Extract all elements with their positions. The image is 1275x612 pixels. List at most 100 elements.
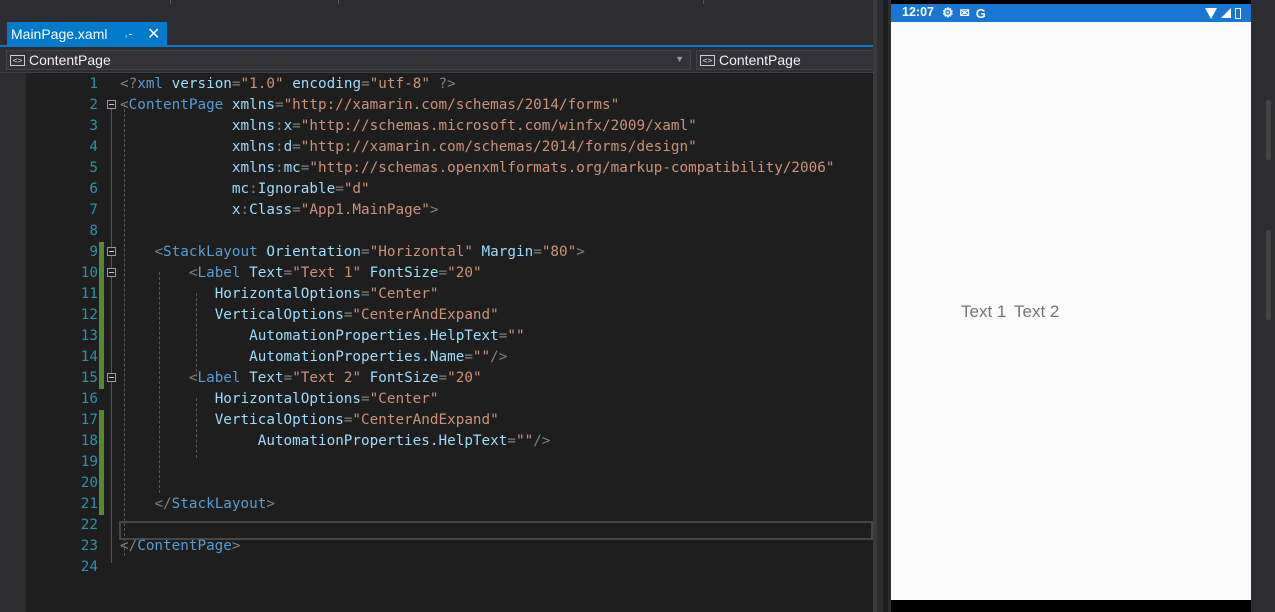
code-token: FontSize	[369, 370, 439, 386]
collapse-icon[interactable]	[107, 100, 116, 109]
code-line[interactable]: 12 VerticalOptions="CenterAndExpand"	[26, 305, 873, 326]
xaml-tag-icon: <>	[10, 54, 25, 66]
code-line[interactable]: 3 xmlns:x="http://schemas.microsoft.com/…	[26, 116, 873, 137]
line-number: 14	[80, 349, 98, 365]
code-token: Margin	[481, 244, 534, 260]
code-line[interactable]: 22	[26, 515, 873, 536]
splitter-bar	[883, 0, 888, 612]
window-splitter[interactable]	[873, 0, 891, 612]
close-icon[interactable]: ✕	[147, 22, 160, 45]
code-token: >	[576, 244, 585, 260]
code-line[interactable]: 6 mc:Ignorable="d"	[26, 179, 873, 200]
nav-dropdown-right[interactable]: <> ContentPage	[696, 50, 875, 70]
change-indicator	[99, 494, 104, 515]
editor-left-margin	[0, 73, 26, 612]
code-line[interactable]: 18 AutomationProperties.HelpText=""/>	[26, 431, 873, 452]
code-line[interactable]: 1 <?xml version="1.0" encoding="utf-8" ?>	[26, 74, 873, 95]
code-text: VerticalOptions="CenterAndExpand"	[120, 305, 499, 326]
code-line[interactable]: 23 </ContentPage>	[26, 536, 873, 557]
collapse-icon[interactable]	[107, 247, 116, 256]
code-line[interactable]: 19	[26, 452, 873, 473]
code-line[interactable]: 8	[26, 221, 873, 242]
code-line[interactable]: 7 x:Class="App1.MainPage">	[26, 200, 873, 221]
settings-icon: ⚙	[942, 5, 954, 20]
code-token: "Center"	[369, 391, 439, 407]
battery-icon	[1235, 7, 1241, 19]
code-text: <StackLayout Orientation="Horizontal" Ma…	[120, 242, 585, 263]
code-token: =	[438, 265, 448, 281]
code-line[interactable]: 15 <Label Text="Text 2" FontSize="20"	[26, 368, 873, 389]
tab-mainpage-xaml[interactable]: MainPage.xaml ˒‐ ✕	[7, 22, 167, 45]
code-token: =	[533, 244, 542, 260]
code-token: <?	[120, 76, 138, 92]
code-token: version	[171, 76, 232, 92]
toolbar-divider	[338, 0, 339, 4]
code-token: ""	[507, 328, 525, 344]
code-line[interactable]: 9 <StackLayout Orientation="Horizontal" …	[26, 242, 873, 263]
code-token: =	[361, 244, 370, 260]
code-token: VerticalOptions	[214, 307, 344, 323]
code-text: HorizontalOptions="Center"	[120, 284, 439, 305]
code-token: AutomationProperties.HelpText	[257, 433, 508, 449]
code-line[interactable]: 10 <Label Text="Text 1" FontSize="20"	[26, 263, 873, 284]
volume-button[interactable]	[1266, 100, 1271, 160]
code-token: xmlns	[231, 139, 275, 155]
code-token: "http://xamarin.com/schemas/2014/forms"	[283, 97, 620, 113]
mail-icon: ✉	[959, 6, 970, 20]
code-token: AutomationProperties.Name	[249, 349, 465, 365]
line-number: 2	[89, 97, 98, 113]
code-line[interactable]: 2 <ContentPage xmlns="http://xamarin.com/…	[26, 95, 873, 116]
nav-left-label: ContentPage	[29, 52, 111, 68]
code-token: "utf-8"	[369, 76, 430, 92]
nav-dropdown-left[interactable]: <> ContentPage ▼	[6, 50, 691, 70]
code-text: VerticalOptions="CenterAndExpand"	[120, 410, 499, 431]
line-number: 24	[80, 559, 98, 575]
code-line[interactable]: 14 AutomationProperties.Name=""/>	[26, 347, 873, 368]
code-token: :	[240, 202, 250, 218]
wifi-icon	[1205, 7, 1217, 19]
document-tab-bar: MainPage.xaml ˒‐ ✕	[0, 20, 875, 45]
line-number: 6	[89, 181, 98, 197]
line-number: 5	[89, 160, 98, 176]
change-indicator	[99, 305, 104, 326]
code-token: <	[154, 244, 164, 260]
code-line[interactable]: 5 xmlns:mc="http://schemas.openxmlformat…	[26, 158, 873, 179]
line-number: 11	[80, 286, 98, 302]
code-token: =	[292, 118, 301, 134]
code-token: ContentPage	[137, 538, 232, 554]
change-indicator	[99, 242, 104, 263]
collapse-icon[interactable]	[107, 373, 116, 382]
code-line[interactable]: 17 VerticalOptions="CenterAndExpand"	[26, 410, 873, 431]
code-token: d	[283, 139, 293, 155]
code-token: =	[274, 97, 284, 113]
code-line[interactable]: 16 HorizontalOptions="Center"	[26, 389, 873, 410]
code-token: "CenterAndExpand"	[352, 412, 499, 428]
code-text: AutomationProperties.Name=""/>	[120, 347, 507, 368]
line-number: 19	[80, 454, 98, 470]
power-button[interactable]	[1266, 230, 1271, 320]
change-indicator	[99, 263, 104, 284]
code-token: "20"	[447, 265, 482, 281]
code-token: mc	[283, 160, 301, 176]
code-token: <	[120, 97, 129, 113]
code-line[interactable]: 21 </StackLayout>	[26, 494, 873, 515]
code-line[interactable]: 11 HorizontalOptions="Center"	[26, 284, 873, 305]
status-right-icons	[1205, 4, 1241, 22]
code-line[interactable]: 4 xmlns:d="http://xamarin.com/schemas/20…	[26, 137, 873, 158]
code-text: </StackLayout>	[120, 494, 275, 515]
collapse-icon[interactable]	[107, 268, 116, 277]
code-line[interactable]: 13 AutomationProperties.HelpText=""	[26, 326, 873, 347]
code-area[interactable]: 1 <?xml version="1.0" encoding="utf-8" ?>…	[26, 73, 873, 612]
code-token: Label	[197, 265, 241, 281]
code-line[interactable]: 20	[26, 473, 873, 494]
chevron-down-icon[interactable]: ▼	[675, 54, 684, 64]
code-line[interactable]: 24	[26, 557, 873, 578]
pin-icon[interactable]: ˒‐	[124, 22, 133, 45]
